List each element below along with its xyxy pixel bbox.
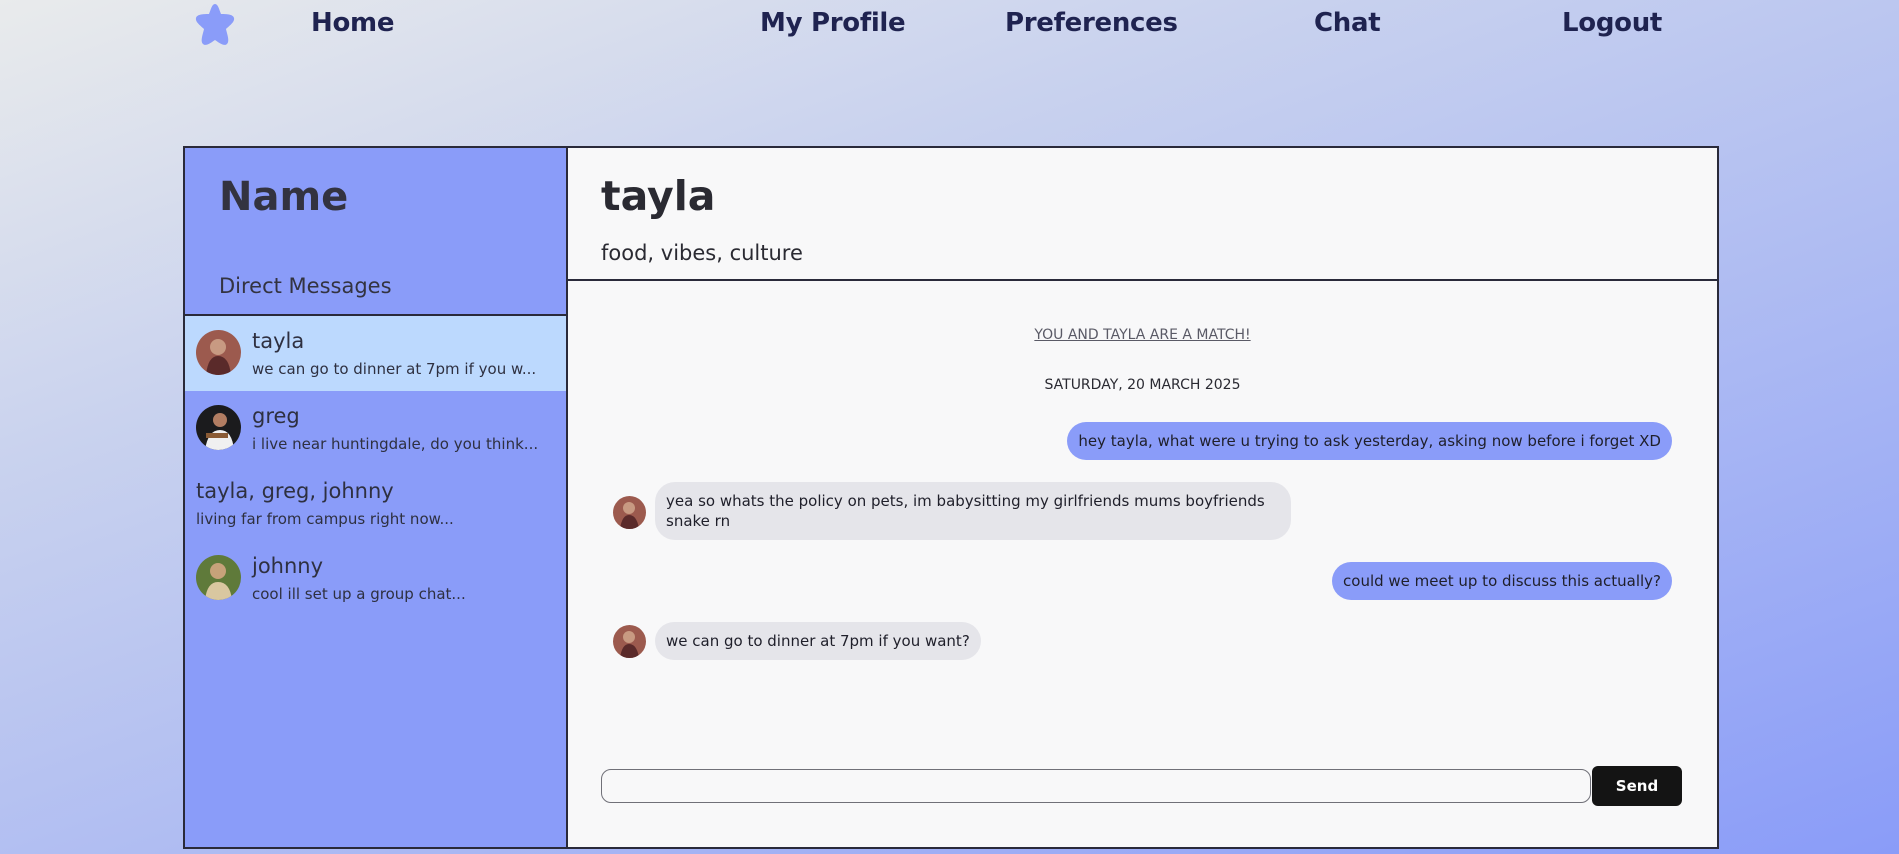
conversation-preview: we can go to dinner at 7pm if you w... [252, 360, 537, 378]
avatar [613, 496, 646, 529]
chat-panel: tayla food, vibes, culture YOU AND TAYLA… [568, 148, 1717, 847]
top-nav: Home My Profile Preferences Chat Logout [0, 0, 1899, 50]
conversation-name: tayla [252, 329, 305, 353]
avatar [196, 555, 241, 600]
nav-logout-link[interactable]: Logout [1562, 8, 1662, 38]
send-button[interactable]: Send [1592, 766, 1682, 806]
nav-my-profile-link[interactable]: My Profile [760, 8, 906, 38]
nav-preferences-link[interactable]: Preferences [1005, 8, 1178, 38]
conversation-preview: living far from campus right now... [196, 510, 454, 528]
conversation-sidebar: Name Direct Messages tayla we can go to … [185, 148, 568, 847]
match-notice: YOU AND TAYLA ARE A MATCH! [1034, 327, 1251, 343]
chat-container: Name Direct Messages tayla we can go to … [183, 146, 1719, 849]
message-bubble-sent: could we meet up to discuss this actuall… [1332, 562, 1672, 600]
avatar [613, 625, 646, 658]
sidebar-header: Name Direct Messages [185, 148, 566, 316]
conversation-item-group[interactable]: tayla, greg, johnny living far from camp… [185, 466, 566, 541]
date-divider: SATURDAY, 20 MARCH 2025 [1044, 377, 1241, 393]
avatar [196, 330, 241, 375]
star-icon[interactable] [188, 0, 242, 52]
message-bubble-sent: hey tayla, what were u trying to ask yes… [1067, 422, 1672, 460]
message-bubble-received: we can go to dinner at 7pm if you want? [655, 622, 981, 660]
conversation-list: tayla we can go to dinner at 7pm if you … [185, 316, 566, 616]
direct-messages-label: Direct Messages [219, 274, 392, 298]
chat-contact-name: tayla [601, 172, 716, 220]
nav-home-link[interactable]: Home [311, 8, 394, 38]
conversation-preview: i live near huntingdale, do you think... [252, 435, 539, 453]
nav-chat-link[interactable]: Chat [1314, 8, 1381, 38]
conversation-item-greg[interactable]: greg i live near huntingdale, do you thi… [185, 391, 566, 466]
chat-header: tayla food, vibes, culture [568, 148, 1717, 281]
avatar [196, 405, 241, 450]
conversation-item-johnny[interactable]: johnny cool ill set up a group chat... [185, 541, 566, 616]
conversation-name: greg [252, 404, 300, 428]
conversation-name: johnny [252, 554, 324, 578]
conversation-preview: cool ill set up a group chat... [252, 585, 466, 603]
message-input[interactable] [601, 769, 1591, 803]
conversation-item-tayla[interactable]: tayla we can go to dinner at 7pm if you … [185, 316, 566, 391]
chat-contact-interests: food, vibes, culture [601, 241, 803, 265]
message-bubble-received: yea so whats the policy on pets, im baby… [655, 482, 1291, 540]
sidebar-title: Name [219, 174, 349, 220]
conversation-name: tayla, greg, johnny [196, 479, 394, 503]
